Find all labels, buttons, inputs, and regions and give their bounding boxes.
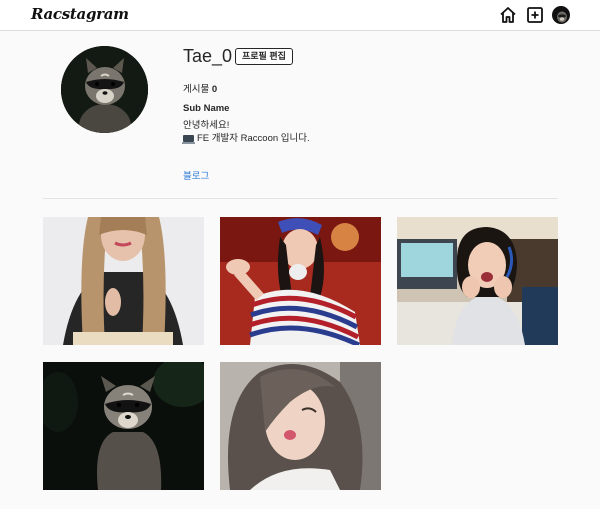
post-thumbnail-1[interactable] [43,217,204,345]
edit-profile-button[interactable]: 프로필 편집 [235,48,293,65]
posts-label: 게시물 [183,84,210,95]
post-image-raccoon [43,362,204,490]
profile-sub-name: Sub Name [183,103,230,114]
add-post-icon[interactable] [526,6,544,24]
blog-link[interactable]: 블로그 [183,168,209,182]
bio-line-2-text: FE 개발자 Raccoon 입니다. [197,133,310,144]
raccoon-image [61,46,148,133]
profile-bio-line-1: 안녕하세요! [183,120,230,131]
post-image-woman-selfie [220,362,381,490]
post-thumbnail-3[interactable] [397,217,558,345]
posts-count: 게시물 0 [183,81,217,95]
post-image-woman-black-top [43,217,204,345]
profile-avatar[interactable] [552,6,570,24]
post-thumbnail-2[interactable] [220,217,381,345]
laptop-icon [182,135,195,144]
app-logo[interactable]: Racstagram [31,5,129,23]
profile-username: Tae_0 [183,46,233,66]
home-icon[interactable] [499,6,517,24]
profile-bio-line-2: FE 개발자 Raccoon 입니다. [182,130,310,144]
post-thumbnail-4[interactable] [43,362,204,490]
posts-count-value: 0 [211,84,218,95]
post-thumbnail-5[interactable] [220,362,381,490]
post-image-woman-smiling [397,217,558,345]
section-divider [43,198,558,199]
profile-picture [61,46,148,133]
top-navbar: Racstagram [0,0,600,31]
post-image-woman-striped-top [220,217,381,345]
